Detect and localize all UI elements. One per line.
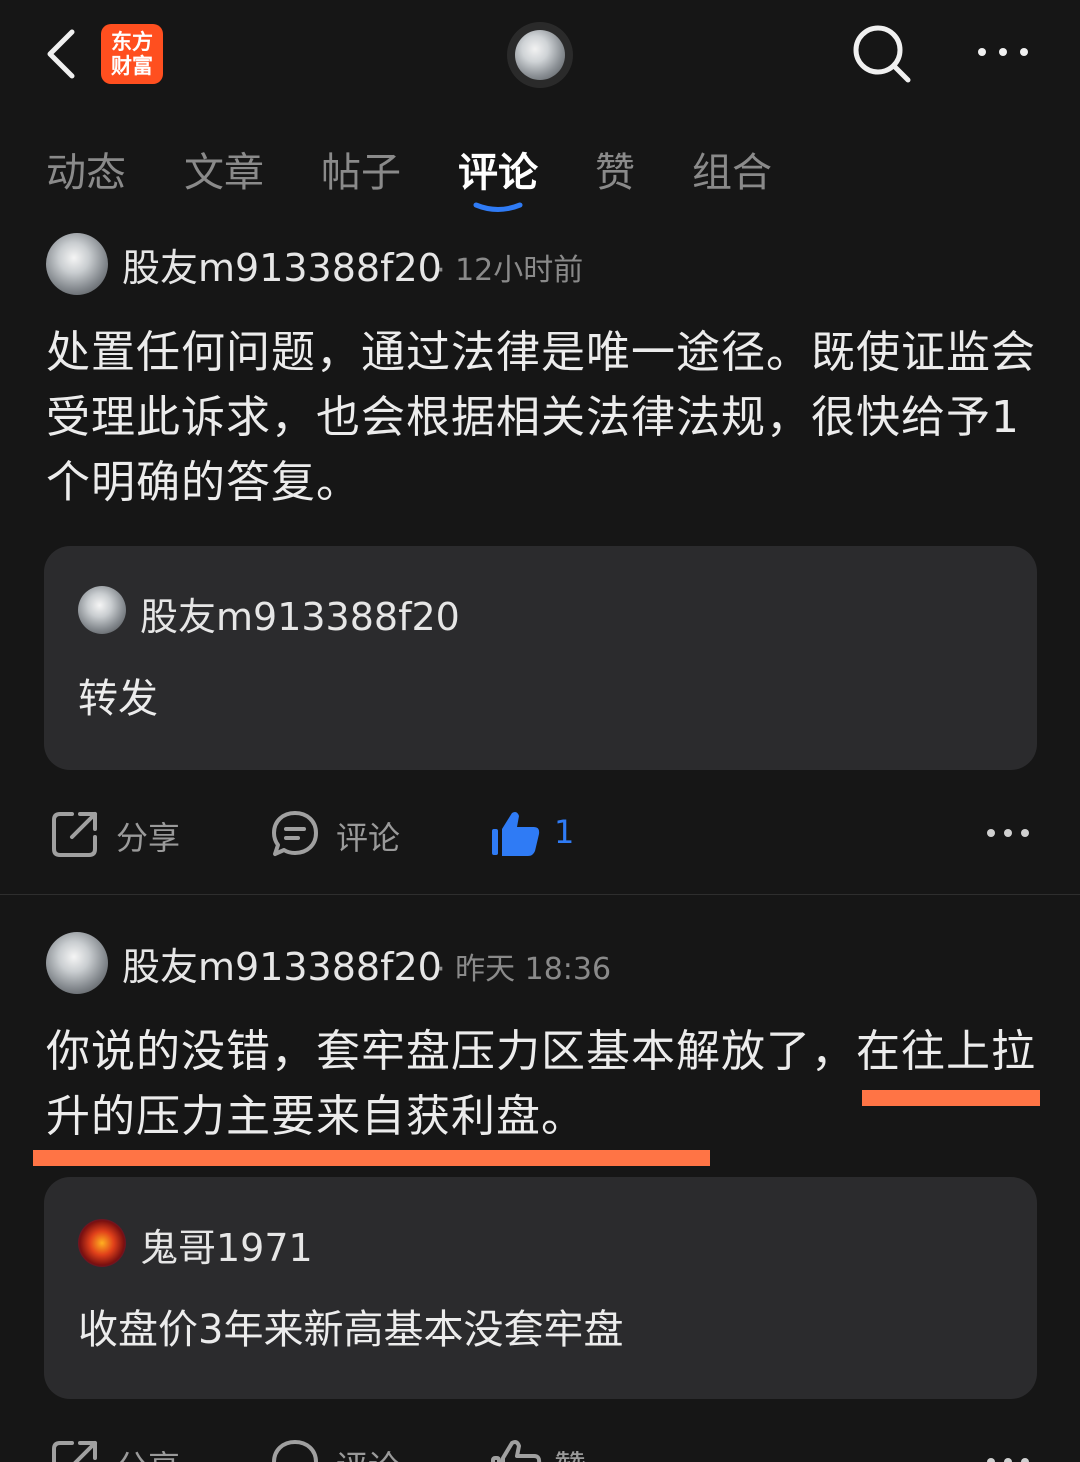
more-options-icon[interactable]	[975, 40, 1031, 64]
thumbs-up-outline-icon	[491, 1440, 542, 1462]
share-icon	[52, 812, 97, 857]
tab-posts[interactable]: 帖子	[321, 140, 401, 198]
like-button[interactable]: 1	[490, 803, 600, 863]
action-bar: 分享 评论 赞	[0, 1432, 1080, 1462]
quoted-author-name: 股友m913388f20	[140, 595, 460, 639]
comment-icon	[272, 811, 318, 856]
like-label: 赞	[554, 1442, 586, 1462]
share-button[interactable]: 分享	[50, 1432, 200, 1462]
comment-text[interactable]: 你说的没错，套牢盘压力区基本解放了，在往上拉升的压力主要来自获利盘。	[46, 1019, 1036, 1149]
comment-icon	[272, 1440, 318, 1462]
quoted-author-avatar	[78, 1219, 126, 1267]
quoted-author-avatar	[78, 586, 126, 634]
top-bar: 东方 财富	[0, 0, 1080, 110]
post-time: · 12小时前	[436, 253, 584, 288]
comment-text[interactable]: 处置任何问题，通过法律是唯一途径。既使证监会受理此诉求，也会根据相关法律法规，很…	[46, 320, 1036, 515]
active-tab-indicator	[473, 202, 523, 212]
avatar[interactable]	[46, 932, 108, 994]
author-row: 股友m913388f20 · 昨天 18:36	[46, 932, 1046, 996]
post-time: · 昨天 18:36	[436, 952, 612, 987]
comment-button[interactable]: 评论	[270, 1432, 420, 1462]
share-label: 分享	[116, 1442, 180, 1462]
thumbs-up-filled-icon	[492, 812, 540, 856]
author-name[interactable]: 股友m913388f20	[122, 237, 442, 292]
eastmoney-logo[interactable]: 东方 财富	[101, 24, 163, 84]
profile-tabs: 动态 文章 帖子 评论 赞 组合	[0, 140, 1080, 220]
highlight-underline	[33, 1150, 710, 1166]
tab-likes[interactable]: 赞	[595, 140, 635, 198]
like-button[interactable]: 赞	[490, 1432, 600, 1462]
author-row: 股友m913388f20 · 12小时前	[46, 233, 1046, 297]
comment-label: 评论	[336, 1442, 400, 1462]
share-icon	[52, 1441, 97, 1462]
quoted-text: 转发	[78, 676, 158, 722]
share-button[interactable]: 分享	[50, 803, 200, 863]
quoted-text: 收盘价3年来新高基本没套牢盘	[78, 1307, 624, 1353]
like-count: 1	[554, 813, 575, 851]
share-label: 分享	[116, 819, 181, 857]
comment-label: 评论	[336, 819, 401, 857]
quoted-post-card[interactable]: 鬼哥1971 收盘价3年来新高基本没套牢盘	[44, 1177, 1037, 1399]
post-more-icon[interactable]	[986, 1452, 1030, 1462]
comment-button[interactable]: 评论	[270, 803, 420, 863]
quoted-author-name: 鬼哥1971	[140, 1226, 313, 1270]
post-more-icon[interactable]	[986, 823, 1030, 843]
avatar[interactable]	[46, 233, 108, 295]
author-name[interactable]: 股友m913388f20	[122, 936, 442, 991]
back-arrow-icon[interactable]	[40, 26, 84, 82]
action-bar: 分享 评论 1	[0, 803, 1080, 863]
tab-portfolio[interactable]: 组合	[692, 140, 772, 198]
tab-dynamics[interactable]: 动态	[46, 140, 126, 198]
quoted-post-card[interactable]: 股友m913388f20 转发	[44, 546, 1037, 770]
profile-avatar[interactable]	[507, 22, 573, 88]
tab-comments[interactable]: 评论	[458, 140, 538, 198]
search-icon[interactable]	[850, 22, 914, 86]
post-divider	[0, 894, 1080, 895]
highlight-underline	[862, 1090, 1040, 1106]
tab-articles[interactable]: 文章	[184, 140, 264, 198]
